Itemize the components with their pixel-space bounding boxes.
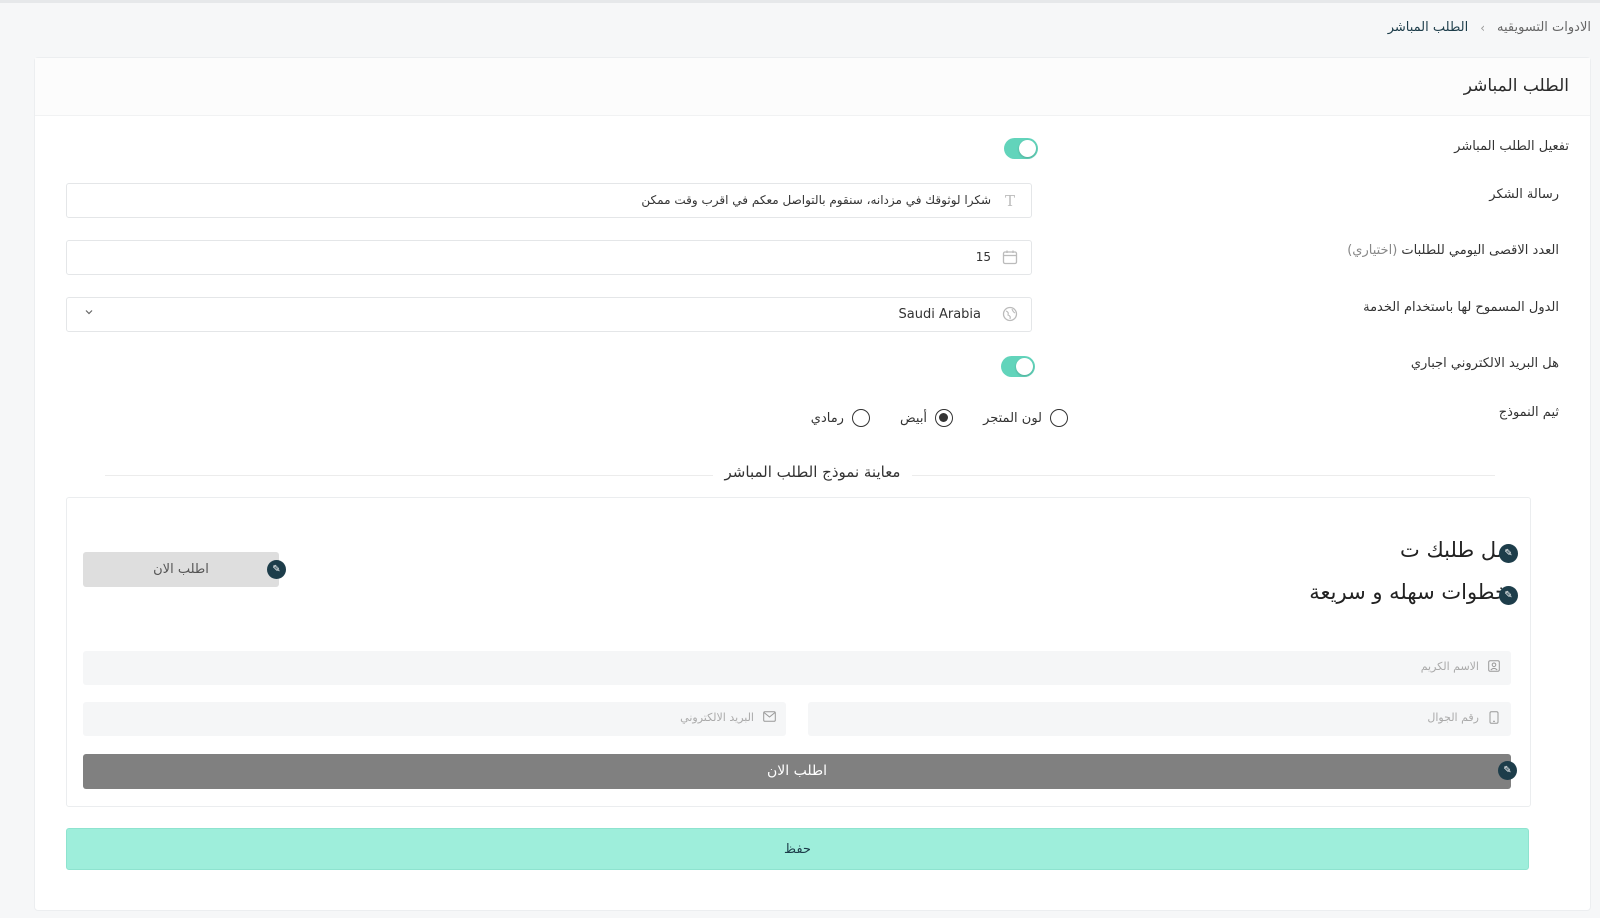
name-placeholder: الاسم الكريم	[1420, 660, 1479, 673]
top-border	[0, 0, 1600, 3]
toggle-knob	[1019, 140, 1036, 157]
edit-headline-2-pencil-icon[interactable]: ✎	[1499, 586, 1518, 605]
preview-order-now-button[interactable]: اطلب الان	[83, 552, 279, 587]
countries-value: Saudi Arabia	[898, 307, 982, 322]
countries-select[interactable]: Saudi Arabia	[66, 297, 1032, 332]
optional-tag: (اختياري)	[1347, 243, 1398, 258]
radio-circle	[851, 409, 870, 427]
globe-icon	[1001, 306, 1019, 324]
breadcrumb-current: الطلب المباشر	[1387, 20, 1469, 35]
phone-placeholder: رقم الجوال	[1427, 711, 1479, 724]
chevron-down-icon[interactable]	[84, 307, 94, 320]
theme-option-label: لون المتجر	[983, 410, 1042, 426]
theme-option-gray[interactable]: رمادي	[811, 409, 870, 427]
user-icon	[1487, 660, 1501, 675]
theme-radio-group: لون المتجر أبيض رمادي	[811, 409, 1068, 427]
preview-email-field[interactable]: البريد الالكتروني	[83, 702, 786, 736]
enable-direct-order-label: تفعيل الطلب المباشر	[1454, 139, 1569, 154]
text-icon: T	[1004, 192, 1015, 210]
max-daily-field[interactable]: 15	[66, 240, 1032, 275]
theme-option-label: رمادي	[810, 410, 844, 426]
email-placeholder: البريد الالكتروني	[680, 711, 754, 724]
preview-box: مل طلبك ت ✎ خطوات سهله و سريعة ✎ اطلب ال…	[66, 497, 1531, 807]
edit-order-button-pencil-icon[interactable]: ✎	[267, 560, 286, 579]
countries-label: الدول المسموح لها باستخدام الخدمة	[1363, 300, 1559, 315]
max-daily-label-text: العدد الاقصى اليومي للطلبات	[1401, 243, 1559, 258]
preview-name-field[interactable]: الاسم الكريم	[83, 651, 1511, 685]
preview-title-text: معاينة نموذج الطلب المباشر	[712, 463, 913, 481]
edit-submit-pencil-icon[interactable]: ✎	[1498, 761, 1517, 780]
breadcrumb: الادوات التسويقيه › الطلب المباشر	[1388, 20, 1591, 35]
theme-option-store-color[interactable]: لون المتجر	[983, 409, 1068, 427]
preview-headline-1: مل طلبك ت	[1400, 538, 1508, 562]
breadcrumb-parent[interactable]: الادوات التسويقيه	[1497, 20, 1591, 35]
preview-headline-2: خطوات سهله و سريعة	[1309, 580, 1508, 604]
thank-message-label: رسالة الشكر	[1489, 187, 1559, 202]
preview-phone-field[interactable]: رقم الجوال	[808, 702, 1511, 736]
enable-direct-order-toggle[interactable]	[1004, 138, 1038, 159]
phone-icon	[1487, 711, 1501, 727]
thank-message-value: شكرا لوثوقك في مزدانه، سنقوم بالتواصل مع…	[641, 193, 991, 207]
card-title: الطلب المباشر	[1463, 76, 1569, 96]
preview-submit-button[interactable]: اطلب الان	[83, 754, 1511, 789]
edit-headline-1-pencil-icon[interactable]: ✎	[1499, 544, 1518, 563]
email-required-label: هل البريد الالكتروني اجباري	[1410, 356, 1559, 371]
breadcrumb-separator-icon: ›	[1480, 20, 1486, 35]
preview-title: معاينة نموذج الطلب المباشر	[35, 463, 1590, 481]
mail-icon	[762, 711, 776, 725]
theme-option-white[interactable]: أبيض	[899, 409, 954, 427]
save-button[interactable]: حفظ	[66, 828, 1529, 870]
direct-order-card: الطلب المباشر تفعيل الطلب المباشر رسالة …	[34, 57, 1591, 911]
max-daily-value: 15	[975, 250, 991, 264]
theme-option-label: أبيض	[899, 410, 928, 426]
radio-circle-checked	[935, 409, 954, 427]
max-daily-label: العدد الاقصى اليومي للطلبات (اختياري)	[1347, 243, 1559, 258]
theme-label: ثيم النموذج	[1498, 405, 1559, 420]
toggle-knob	[1016, 358, 1033, 375]
calendar-icon	[1001, 249, 1019, 267]
thank-message-field[interactable]: T شكرا لوثوقك في مزدانه، سنقوم بالتواصل …	[66, 183, 1032, 218]
radio-circle	[1050, 409, 1068, 427]
email-required-toggle[interactable]	[1001, 356, 1035, 377]
card-header: الطلب المباشر	[35, 58, 1590, 116]
